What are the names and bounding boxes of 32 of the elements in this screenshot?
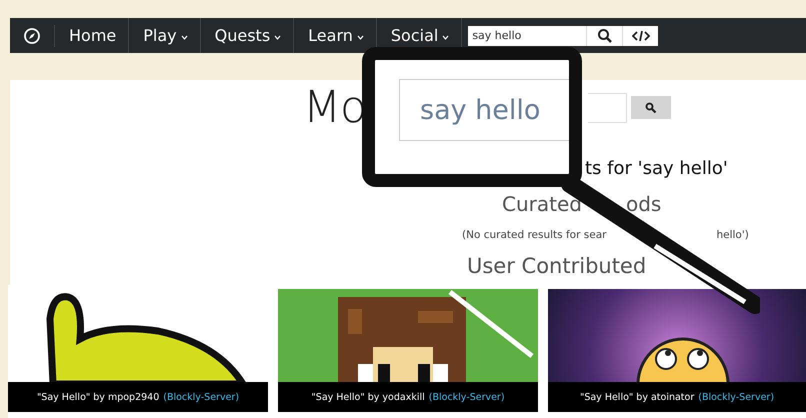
server-link[interactable]: (Blockly-Server) <box>428 392 505 402</box>
search-button[interactable] <box>630 96 671 119</box>
caret-icon <box>442 34 450 40</box>
card-title: "Say Hello" by yodaxkill <box>311 392 425 402</box>
caret-icon <box>274 34 282 40</box>
input-field: say hello <box>399 79 569 141</box>
page-title: Mo <box>303 82 366 133</box>
section-heading: User Contributed <box>467 254 646 278</box>
code-icon[interactable] <box>622 26 658 46</box>
thumbnail-drawing[interactable] <box>548 289 806 382</box>
thumbnail-drawing[interactable] <box>278 289 538 382</box>
nav-menu-item[interactable]: Quests <box>206 24 288 46</box>
nav-menu-item[interactable]: Home <box>61 24 122 46</box>
card-title: "Say Hello" by atoinator <box>580 392 694 402</box>
nav-menu-item[interactable]: Social <box>382 24 456 46</box>
caret-icon <box>356 34 364 40</box>
search-icon <box>596 28 613 44</box>
empty-note: hello') <box>716 229 749 241</box>
section-heading: Curated <box>502 192 582 216</box>
nav-menu-item[interactable]: Play <box>135 24 194 46</box>
empty-note: (No curated results for sear <box>462 229 606 241</box>
search-button[interactable] <box>586 26 622 46</box>
search-field[interactable] <box>588 92 627 122</box>
nav-menu-item[interactable]: Learn <box>300 24 370 46</box>
section-heading: ods <box>626 192 662 216</box>
card-title: "Say Hello" by mpop2940 <box>36 392 160 402</box>
search-icon <box>644 102 657 114</box>
server-link[interactable]: (Blockly-Server) <box>698 392 774 402</box>
server-link[interactable]: (Blockly-Server) <box>163 392 240 402</box>
results-heading: ts for 'say hello' <box>585 158 728 179</box>
search-field[interactable]: say hello <box>468 26 586 46</box>
caret-icon <box>180 34 188 40</box>
